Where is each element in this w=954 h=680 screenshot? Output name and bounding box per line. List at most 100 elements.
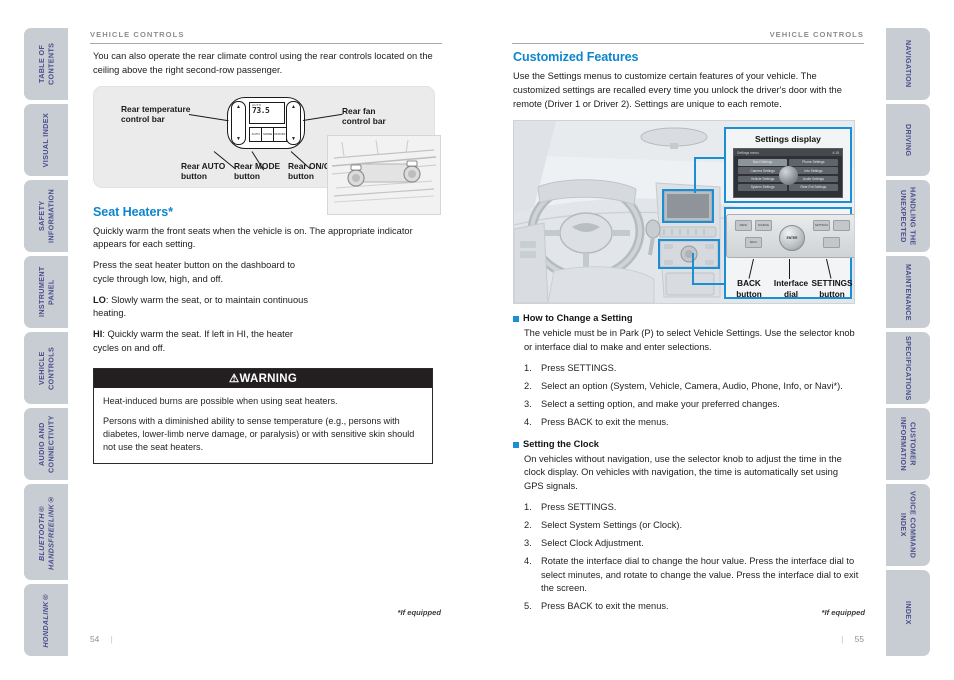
how-to-change-heading-row: How to Change a Setting (513, 313, 865, 323)
sidebar-item-instrument-panel[interactable]: INSTRUMENT PANEL (24, 256, 68, 328)
page-header-left: VEHICLE CONTROLS (90, 30, 442, 44)
seat-heaters-p1: Quickly warm the front seats when the ve… (93, 225, 413, 250)
how-to-change-heading: How to Change a Setting (523, 313, 633, 324)
hi-label: HI (93, 329, 103, 339)
sidebar-item-vehicle-controls[interactable]: VEHICLE CONTROLS (24, 332, 68, 404)
sidebar-item-table-of-contents[interactable]: TABLE OF CONTENTS (24, 28, 68, 100)
menu-cell-system-settings[interactable]: System Settings (738, 183, 788, 191)
step-item: Select System Settings (or Clock). (524, 519, 683, 533)
tab-label: DRIVING (903, 123, 913, 157)
right-page: VEHICLE CONTROLS Customized Features Use… (504, 0, 874, 680)
menu-cell-navi-settings[interactable]: Navi Settings (738, 158, 788, 166)
tab-label: SAFETY INFORMATION (36, 188, 56, 244)
menu-cell-phone-settings[interactable]: Phone Settings (788, 158, 838, 166)
tab-label: SPECIFICATIONS (903, 335, 913, 401)
fan-down-arrow-icon[interactable]: ▼ (291, 136, 296, 142)
customized-features-heading: Customized Features (513, 50, 639, 64)
rear-onoff-button[interactable]: ON/OFF (273, 126, 287, 142)
temp-up-arrow-icon[interactable]: ▲ (236, 104, 241, 110)
rear-lcd-display: AUTO 73.5 (249, 101, 285, 124)
lo-text: : Slowly warm the seat, or to maintain c… (93, 294, 308, 319)
warning-p1: Heat-induced burns are possible when usi… (103, 395, 338, 406)
step-item: Press BACK to exit the menus. (524, 600, 669, 614)
rear-temperature-control-bar[interactable]: ▲ ▼ (231, 100, 246, 145)
label-settings-button: SETTINGS button (811, 279, 853, 299)
tab-label: VOICE COMMAND INDEX (899, 491, 918, 559)
label-rear-auto-button: Rear AUTO button (181, 160, 226, 182)
seat-heaters-p3: LO: Slowly warm the seat, or to maintain… (93, 294, 315, 322)
leader-line-fan (302, 113, 343, 121)
hi-text: : Quickly warm the seat. If left in HI, … (93, 329, 293, 353)
warning-title: ⚠WARNING (94, 368, 432, 388)
sidebar-item-hondalink[interactable]: HONDALINK® (24, 584, 68, 656)
step-item: Press SETTINGS. (524, 362, 617, 376)
sidebar-item-voice-command-index[interactable]: VOICE COMMAND INDEX (886, 484, 930, 566)
dashboard-illustration-svg (328, 135, 440, 214)
temp-down-arrow-icon[interactable]: ▼ (236, 136, 241, 142)
audio-panel-button-extra[interactable] (833, 220, 850, 232)
intro-paragraph: You can also operate the rear climate co… (93, 51, 433, 75)
left-page-content: You can also operate the rear climate co… (93, 50, 441, 464)
audio-panel-button-pic[interactable] (823, 237, 840, 249)
fan-up-arrow-icon[interactable]: ▲ (291, 104, 296, 110)
sidebar-item-customer-information[interactable]: CUSTOMER INFORMATION (886, 408, 930, 480)
car-interior-figure: Settings display Settings menu 4:15 Navi… (513, 120, 855, 305)
left-tab-rail: TABLE OF CONTENTS VISUAL INDEX SAFETY IN… (24, 0, 68, 680)
tab-label: TABLE OF CONTENTS (36, 42, 56, 86)
sidebar-item-audio-and-connectivity[interactable]: AUDIO AND CONNECTIVITY (24, 408, 68, 480)
settings-menu-screen: Settings menu 4:15 Navi Settings Phone S… (733, 148, 843, 199)
sidebar-item-maintenance[interactable]: MAINTENANCE (886, 256, 930, 328)
audio-panel-button-settings[interactable]: SETTINGS (813, 220, 830, 232)
left-page: VEHICLE CONTROLS You can also operate th… (80, 0, 450, 680)
callout-settings-display: Settings display Settings menu 4:15 Navi… (724, 127, 852, 204)
warning-p2: Persons with a diminished ability to sen… (103, 415, 415, 453)
tab-label: NAVIGATION (903, 40, 913, 88)
sidebar-item-navigation[interactable]: NAVIGATION (886, 28, 930, 100)
interface-dial[interactable]: ENTER (779, 225, 805, 252)
callout-line-settings (826, 259, 832, 279)
blue-square-bullet-icon (513, 316, 519, 323)
menu-cell-rear-ent-settings[interactable]: Rear Ent Settings (788, 183, 838, 191)
step-item: Press BACK to exit the menus. (524, 416, 669, 430)
seat-heaters-section: Seat Heaters* Quickly warm the front sea… (93, 134, 441, 356)
rear-fan-control-bar[interactable]: ▲ ▼ (286, 100, 301, 145)
warning-body: Heat-induced burns are possible when usi… (94, 388, 432, 463)
warning-box: ⚠WARNING Heat-induced burns are possible… (93, 367, 433, 464)
step-item: Select Clock Adjustment. (524, 537, 644, 551)
page-header-right: VEHICLE CONTROLS (512, 30, 864, 44)
sidebar-item-index[interactable]: INDEX (886, 570, 930, 656)
rear-climate-unit-illustration: ▲ ▼ ▲ ▼ AUTO 73.5 AUTO MODE ON/OFF (227, 96, 305, 149)
tab-label: AUDIO AND CONNECTIVITY (36, 415, 56, 473)
tab-label: CUSTOMER INFORMATION (899, 416, 918, 472)
customized-features-intro: Use the Settings menus to customize cert… (513, 71, 842, 109)
lcd-temperature-value: 73.5 (252, 105, 270, 115)
seat-heaters-p4: HI: Quickly warm the seat. If left in HI… (93, 328, 315, 356)
seat-heater-dashboard-photo (327, 134, 441, 215)
callout-audio-controls: MENU SOURCE SETTINGS BACK ENTER BACK but… (724, 207, 854, 300)
audio-panel-button-back[interactable]: BACK (745, 237, 762, 249)
label-rear-mode-button: Rear MODE button (234, 160, 281, 182)
label-back-button: BACK button (736, 279, 762, 299)
label-interface-dial: Interface dial (773, 279, 809, 299)
connector-nav-screen (694, 157, 728, 194)
audio-panel-button-menu[interactable]: MENU (735, 220, 752, 232)
footnote-left: *If equipped (397, 608, 441, 617)
how-to-change-steps: Press SETTINGS. Select an option (System… (513, 362, 865, 430)
page-number-right: | 55 (841, 634, 864, 644)
sidebar-item-driving[interactable]: DRIVING (886, 104, 930, 176)
settings-screen-titlebar: Settings menu 4:15 (734, 149, 842, 157)
page-number-value: 54 (90, 634, 100, 644)
tab-label: BLUETOOTH® HANDSFREELINK® (36, 494, 56, 570)
settings-screen-time: 4:15 (832, 150, 839, 155)
sidebar-item-safety-information[interactable]: SAFETY INFORMATION (24, 180, 68, 252)
sidebar-item-bluetooth-handsfreelink[interactable]: BLUETOOTH® HANDSFREELINK® (24, 484, 68, 580)
callout-line-back (748, 259, 754, 279)
sidebar-item-handling-the-unexpected[interactable]: HANDLING THE UNEXPECTED (886, 180, 930, 252)
settings-display-title: Settings display (755, 134, 821, 145)
audio-panel-button-source[interactable]: SOURCE (755, 220, 772, 232)
sidebar-item-visual-index[interactable]: VISUAL INDEX (24, 104, 68, 176)
audio-control-panel-illustration: MENU SOURCE SETTINGS BACK ENTER (726, 214, 854, 259)
right-tab-rail: NAVIGATION DRIVING HANDLING THE UNEXPECT… (886, 0, 930, 680)
sidebar-item-specifications[interactable]: SPECIFICATIONS (886, 332, 930, 404)
setting-clock-body: On vehicles without navigation, use the … (524, 453, 842, 492)
